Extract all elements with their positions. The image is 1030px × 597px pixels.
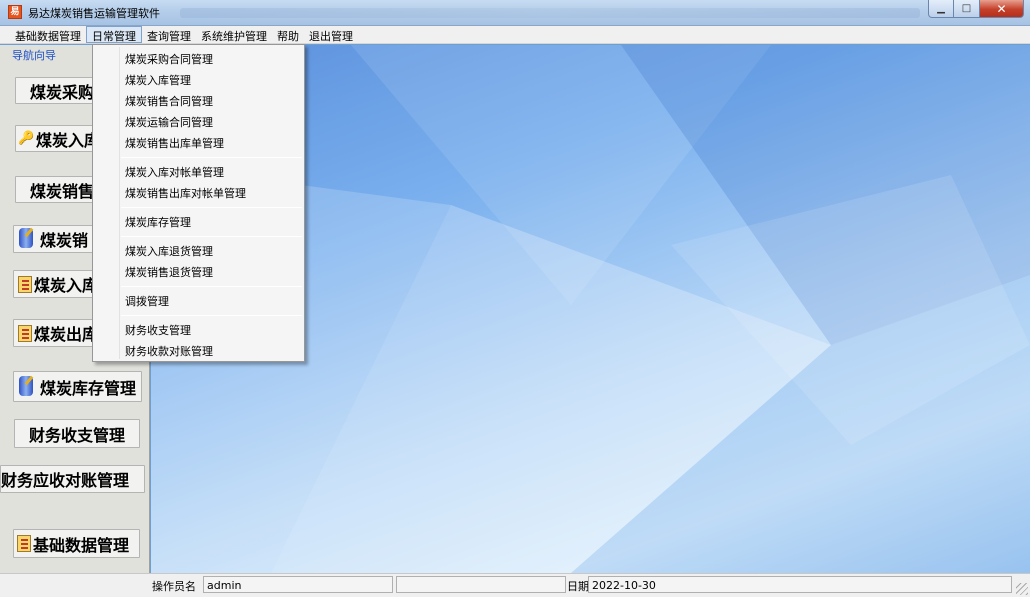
menu-exit[interactable]: 退出管理 bbox=[304, 26, 358, 43]
menu-basic-data[interactable]: 基础数据管理 bbox=[10, 26, 86, 43]
database-icon bbox=[16, 228, 38, 250]
menu-item-receivable-reconciliation[interactable]: 财务收款对账管理 bbox=[125, 343, 213, 359]
nav-button-finance-reconciliation[interactable]: 财务应收对账管理 bbox=[0, 465, 145, 493]
nav-button-label: 财务收支管理 bbox=[29, 425, 126, 445]
menu-item-inventory[interactable]: 煤炭库存管理 bbox=[125, 214, 191, 230]
close-button[interactable]: ✕ bbox=[980, 0, 1024, 18]
menu-item-transfer[interactable]: 调拨管理 bbox=[125, 293, 169, 309]
database-icon bbox=[16, 375, 38, 398]
nav-button-label: 煤炭入库 bbox=[36, 130, 101, 150]
maximize-button[interactable]: □ bbox=[954, 0, 980, 18]
date-label: 日期 bbox=[567, 580, 589, 593]
title-bar: 易 易达煤炭销售运输管理软件 ▁ □ ✕ bbox=[0, 0, 1030, 26]
resize-grip[interactable] bbox=[1016, 583, 1028, 595]
nav-button-label: 煤炭销 bbox=[40, 231, 89, 250]
menu-daily-management[interactable]: 日常管理 bbox=[86, 26, 142, 43]
menu-gutter bbox=[119, 47, 120, 359]
nav-button-basic-data[interactable]: 基础数据管理 bbox=[13, 529, 140, 558]
menu-item-sales-outbound[interactable]: 煤炭销售出库单管理 bbox=[125, 135, 224, 151]
nav-button-label: 煤炭入库 bbox=[34, 276, 99, 295]
menu-system-maintenance[interactable]: 系统维护管理 bbox=[196, 26, 272, 43]
document-icon bbox=[18, 324, 32, 342]
operator-label: 操作员名 bbox=[152, 580, 196, 593]
title-bar-background-text bbox=[180, 8, 920, 18]
nav-button-coal-inventory[interactable]: 煤炭库存管理 bbox=[13, 371, 142, 402]
menu-item-inbound-return[interactable]: 煤炭入库退货管理 bbox=[125, 243, 213, 259]
nav-button-label: 基础数据管理 bbox=[33, 535, 130, 555]
menu-item-coal-inbound[interactable]: 煤炭入库管理 bbox=[125, 72, 191, 88]
menu-bar: 基础数据管理 日常管理 查询管理 系统维护管理 帮助 退出管理 bbox=[0, 26, 1030, 44]
window-title: 易达煤炭销售运输管理软件 bbox=[28, 7, 160, 20]
nav-button-label: 煤炭库存管理 bbox=[40, 378, 137, 398]
document-icon bbox=[18, 275, 32, 293]
minimize-button[interactable]: ▁ bbox=[928, 0, 954, 18]
menu-item-transport-contract[interactable]: 煤炭运输合同管理 bbox=[125, 114, 213, 130]
menu-query[interactable]: 查询管理 bbox=[142, 26, 196, 43]
nav-button-label: 煤炭采购 bbox=[30, 82, 95, 102]
app-icon: 易 bbox=[8, 5, 22, 19]
menu-item-outbound-reconciliation[interactable]: 煤炭销售出库对帐单管理 bbox=[125, 185, 246, 201]
daily-management-dropdown: 煤炭采购合同管理 煤炭入库管理 煤炭销售合同管理 煤炭运输合同管理 煤炭销售出库… bbox=[92, 44, 305, 362]
menu-separator bbox=[121, 157, 302, 158]
status-bar: 操作员名 admin 日期 2022-10-30 bbox=[0, 573, 1030, 597]
nav-button-label: 煤炭销售 bbox=[30, 181, 95, 201]
operator-field: admin bbox=[203, 576, 393, 593]
menu-help[interactable]: 帮助 bbox=[272, 26, 304, 43]
nav-guide-header: 导航向导 bbox=[12, 49, 56, 62]
menu-separator bbox=[121, 315, 302, 316]
menu-separator bbox=[121, 207, 302, 208]
menu-item-finance[interactable]: 财务收支管理 bbox=[125, 322, 191, 338]
key-icon: 🔑 bbox=[18, 130, 35, 146]
menu-item-purchase-contract[interactable]: 煤炭采购合同管理 bbox=[125, 51, 213, 67]
menu-separator bbox=[121, 286, 302, 287]
nav-button-finance[interactable]: 财务收支管理 bbox=[14, 419, 140, 448]
document-icon bbox=[17, 535, 31, 552]
date-field: 2022-10-30 bbox=[588, 576, 1012, 593]
menu-item-sales-return[interactable]: 煤炭销售退货管理 bbox=[125, 264, 213, 280]
window-controls: ▁ □ ✕ bbox=[928, 0, 1024, 18]
nav-button-label: 煤炭出库 bbox=[34, 325, 99, 344]
menu-item-sales-contract[interactable]: 煤炭销售合同管理 bbox=[125, 93, 213, 109]
status-empty-field bbox=[396, 576, 566, 593]
nav-button-label: 财务应收对账管理 bbox=[1, 471, 130, 490]
menu-item-inbound-reconciliation[interactable]: 煤炭入库对帐单管理 bbox=[125, 164, 224, 180]
menu-separator bbox=[121, 236, 302, 237]
